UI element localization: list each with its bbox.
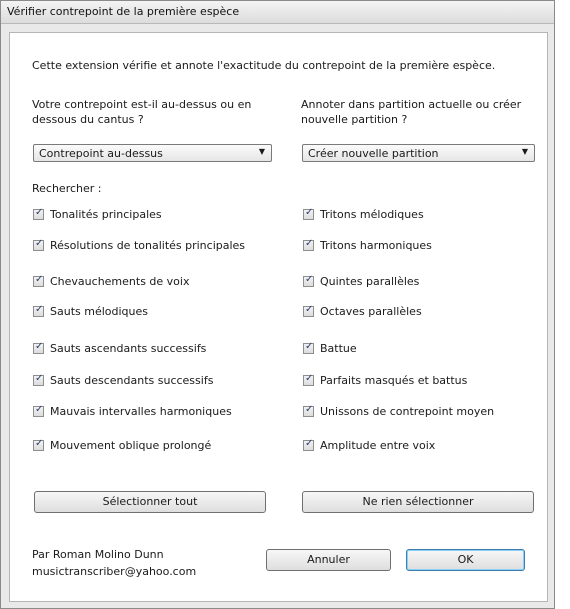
checkbox-label: Tritons mélodiques bbox=[320, 208, 424, 221]
chevron-down-icon: ▼ bbox=[258, 147, 265, 156]
description-text: Cette extension vérifie et annote l'exac… bbox=[32, 59, 496, 72]
checkbox-checked-icon[interactable] bbox=[33, 274, 44, 287]
title-bar[interactable]: Vérifier contrepoint de la première espè… bbox=[1, 1, 554, 24]
checkbox-label: Sauts descendants successifs bbox=[50, 374, 214, 387]
select-all-button[interactable]: Sélectionner tout bbox=[34, 491, 266, 513]
checkbox-checked-icon[interactable] bbox=[303, 373, 314, 386]
checkbox-label: Octaves parallèles bbox=[320, 305, 422, 318]
ok-button[interactable]: OK bbox=[406, 549, 525, 571]
checkbox-checked-icon[interactable] bbox=[303, 304, 314, 317]
author-name: Par Roman Molino Dunn bbox=[32, 548, 164, 561]
search-label: Rechercher : bbox=[32, 182, 102, 195]
dialog-window: Vérifier contrepoint de la première espè… bbox=[0, 0, 555, 609]
window-title: Vérifier contrepoint de la première espè… bbox=[7, 5, 240, 18]
checkbox-checked-icon[interactable] bbox=[33, 404, 44, 417]
checkbox-checked-icon[interactable] bbox=[33, 373, 44, 386]
checkbox-label: Tonalités principales bbox=[50, 208, 162, 221]
checkbox-label: Tritons harmoniques bbox=[320, 239, 432, 252]
checkbox-checked-icon[interactable] bbox=[303, 438, 314, 451]
output-dropdown[interactable]: Créer nouvelle partition ▼ bbox=[302, 144, 535, 162]
checkbox-label: Parfaits masqués et battus bbox=[320, 374, 468, 387]
author-credit: Par Roman Molino Dunn musictranscriber@y… bbox=[32, 546, 196, 580]
content-panel: Cette extension vérifie et annote l'exac… bbox=[9, 32, 548, 602]
author-email: musictranscriber@yahoo.com bbox=[32, 565, 197, 578]
checkbox-label: Résolutions de tonalités principales bbox=[50, 239, 246, 252]
select-none-button[interactable]: Ne rien sélectionner bbox=[302, 491, 534, 513]
checkbox-label: Battue bbox=[320, 342, 357, 355]
chevron-down-icon: ▼ bbox=[521, 147, 528, 156]
checkbox-label: Amplitude entre voix bbox=[320, 439, 436, 452]
checkbox-label: Chevauchements de voix bbox=[50, 275, 190, 288]
checkbox-checked-icon[interactable] bbox=[33, 341, 44, 354]
position-dropdown-value: Contrepoint au-dessus bbox=[39, 147, 163, 160]
checkbox-checked-icon[interactable] bbox=[303, 341, 314, 354]
checkbox-label: Unissons de contrepoint moyen bbox=[320, 405, 495, 418]
checkbox-label: Mouvement oblique prolongé bbox=[50, 439, 212, 452]
checkbox-checked-icon[interactable] bbox=[33, 207, 44, 220]
cancel-button[interactable]: Annuler bbox=[266, 549, 391, 571]
checkbox-label: Quintes parallèles bbox=[320, 275, 420, 288]
checkbox-checked-icon[interactable] bbox=[303, 207, 314, 220]
checkbox-checked-icon[interactable] bbox=[33, 438, 44, 451]
position-dropdown[interactable]: Contrepoint au-dessus ▼ bbox=[33, 144, 272, 162]
checkbox-label: Sauts mélodiques bbox=[50, 305, 148, 318]
checkbox-checked-icon[interactable] bbox=[303, 274, 314, 287]
position-question: Votre contrepoint est-il au-dessus ou en… bbox=[32, 98, 252, 126]
checkbox-label: Sauts ascendants successifs bbox=[50, 342, 207, 355]
checkbox-label: Mauvais intervalles harmoniques bbox=[50, 405, 232, 418]
output-dropdown-value: Créer nouvelle partition bbox=[308, 147, 439, 160]
checkbox-checked-icon[interactable] bbox=[303, 238, 314, 251]
checkbox-checked-icon[interactable] bbox=[33, 238, 44, 251]
checkbox-checked-icon[interactable] bbox=[303, 404, 314, 417]
checkbox-checked-icon[interactable] bbox=[33, 304, 44, 317]
output-question: Annoter dans partition actuelle ou créer… bbox=[301, 98, 522, 126]
